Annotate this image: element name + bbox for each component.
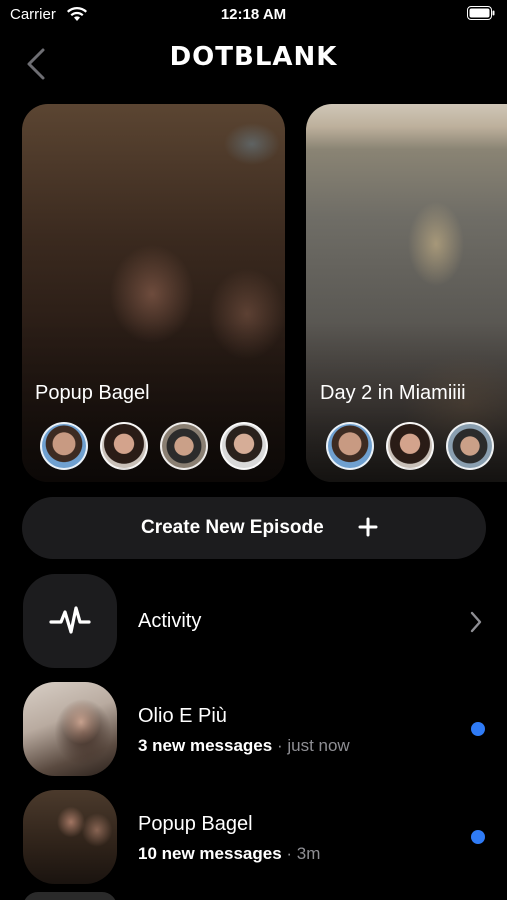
- activity-thumbnail: [23, 574, 117, 668]
- separator: ·: [276, 736, 283, 755]
- activity-label: Activity: [138, 610, 202, 632]
- conversation-subtitle: 3 new messages · just now: [138, 736, 350, 756]
- conversation-time: just now: [287, 736, 350, 755]
- episode-title: Day 2 in Miamiiii: [320, 382, 466, 404]
- conversation-row-popup-bagel[interactable]: Popup Bagel 10 new messages · 3m: [0, 790, 507, 890]
- avatar: [160, 422, 208, 470]
- unread-indicator: [471, 830, 485, 844]
- plus-icon: [358, 517, 378, 537]
- conversation-subtitle: 10 new messages · 3m: [138, 844, 320, 864]
- screen: Carrier 12:18 AM DOTBLANK Popup Bagel Da…: [0, 0, 507, 900]
- create-new-episode-button[interactable]: Create New Episode: [22, 497, 486, 559]
- episode-card-popup-bagel[interactable]: Popup Bagel: [22, 104, 285, 482]
- conversation-thumbnail: [23, 682, 117, 776]
- avatar: [220, 422, 268, 470]
- chevron-right-icon: [470, 611, 482, 633]
- new-message-count: 10 new messages: [138, 844, 282, 863]
- status-time: 12:18 AM: [220, 6, 287, 23]
- next-conversation-thumbnail: [23, 892, 117, 900]
- conversation-time: 3m: [296, 844, 321, 863]
- unread-indicator: [471, 722, 485, 736]
- new-message-count: 3 new messages: [138, 736, 273, 755]
- conversation-thumbnail: [23, 790, 117, 884]
- episode-title: Popup Bagel: [35, 382, 150, 404]
- conversation-title: Popup Bagel: [138, 813, 253, 835]
- avatar: [386, 422, 434, 470]
- pulse-icon: [49, 606, 91, 634]
- conversation-title: Olio E Più: [138, 705, 227, 727]
- avatar: [40, 422, 88, 470]
- avatar: [326, 422, 374, 470]
- avatar: [446, 422, 494, 470]
- app-title: DOTBLANK: [169, 42, 338, 72]
- battery-icon: [467, 6, 495, 20]
- avatar: [100, 422, 148, 470]
- episode-carousel[interactable]: Popup Bagel Day 2 in Miamiiii: [0, 104, 507, 482]
- separator: ·: [286, 844, 293, 863]
- activity-row[interactable]: Activity: [0, 574, 507, 674]
- status-bar: Carrier 12:18 AM: [0, 0, 507, 32]
- create-button-label: Create New Episode: [141, 517, 324, 538]
- conversation-row-olio[interactable]: Olio E Più 3 new messages · just now: [0, 682, 507, 782]
- episode-card-day-2-in-miami[interactable]: Day 2 in Miamiiii: [306, 104, 507, 482]
